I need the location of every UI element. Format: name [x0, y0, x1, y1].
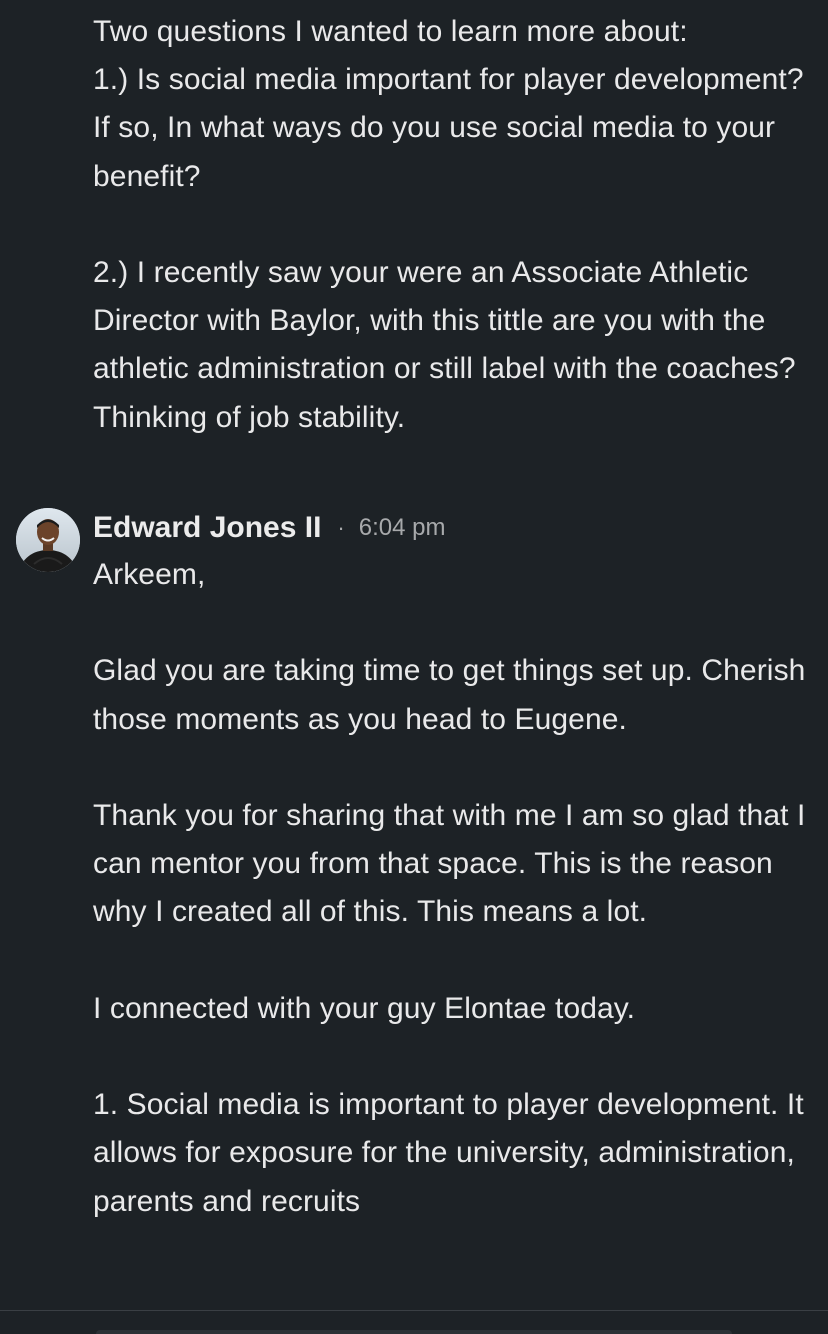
message-paragraph: 1. Social media is important to player d…	[93, 1088, 804, 1218]
profile-photo-icon	[16, 508, 80, 572]
reply-message-body: Arkeem, Glad you are taking time to get …	[93, 551, 808, 1226]
message-paragraph: I connected with your guy Elontae today.	[93, 991, 636, 1025]
compose-input-edge[interactable]	[96, 1330, 732, 1334]
message-paragraph: Arkeem,	[93, 558, 206, 591]
separator-dot: ·	[337, 515, 345, 540]
sender-name[interactable]: Edward Jones II	[93, 511, 321, 545]
message-timestamp: 6:04 pm	[358, 514, 446, 541]
sender-avatar[interactable]	[16, 508, 80, 572]
previous-message-body: Two questions I wanted to learn more abo…	[93, 8, 808, 442]
message-paragraph: Glad you are taking time to get things s…	[93, 654, 806, 736]
message-thread[interactable]: Two questions I wanted to learn more abo…	[0, 0, 828, 1310]
message-paragraph: Two questions I wanted to learn more abo…	[93, 15, 804, 193]
message-paragraph: 2.) I recently saw your were an Associat…	[93, 256, 796, 434]
sender-header: Edward Jones II · 6:04 pm	[93, 506, 445, 550]
message-paragraph: Thank you for sharing that with me I am …	[93, 798, 806, 929]
